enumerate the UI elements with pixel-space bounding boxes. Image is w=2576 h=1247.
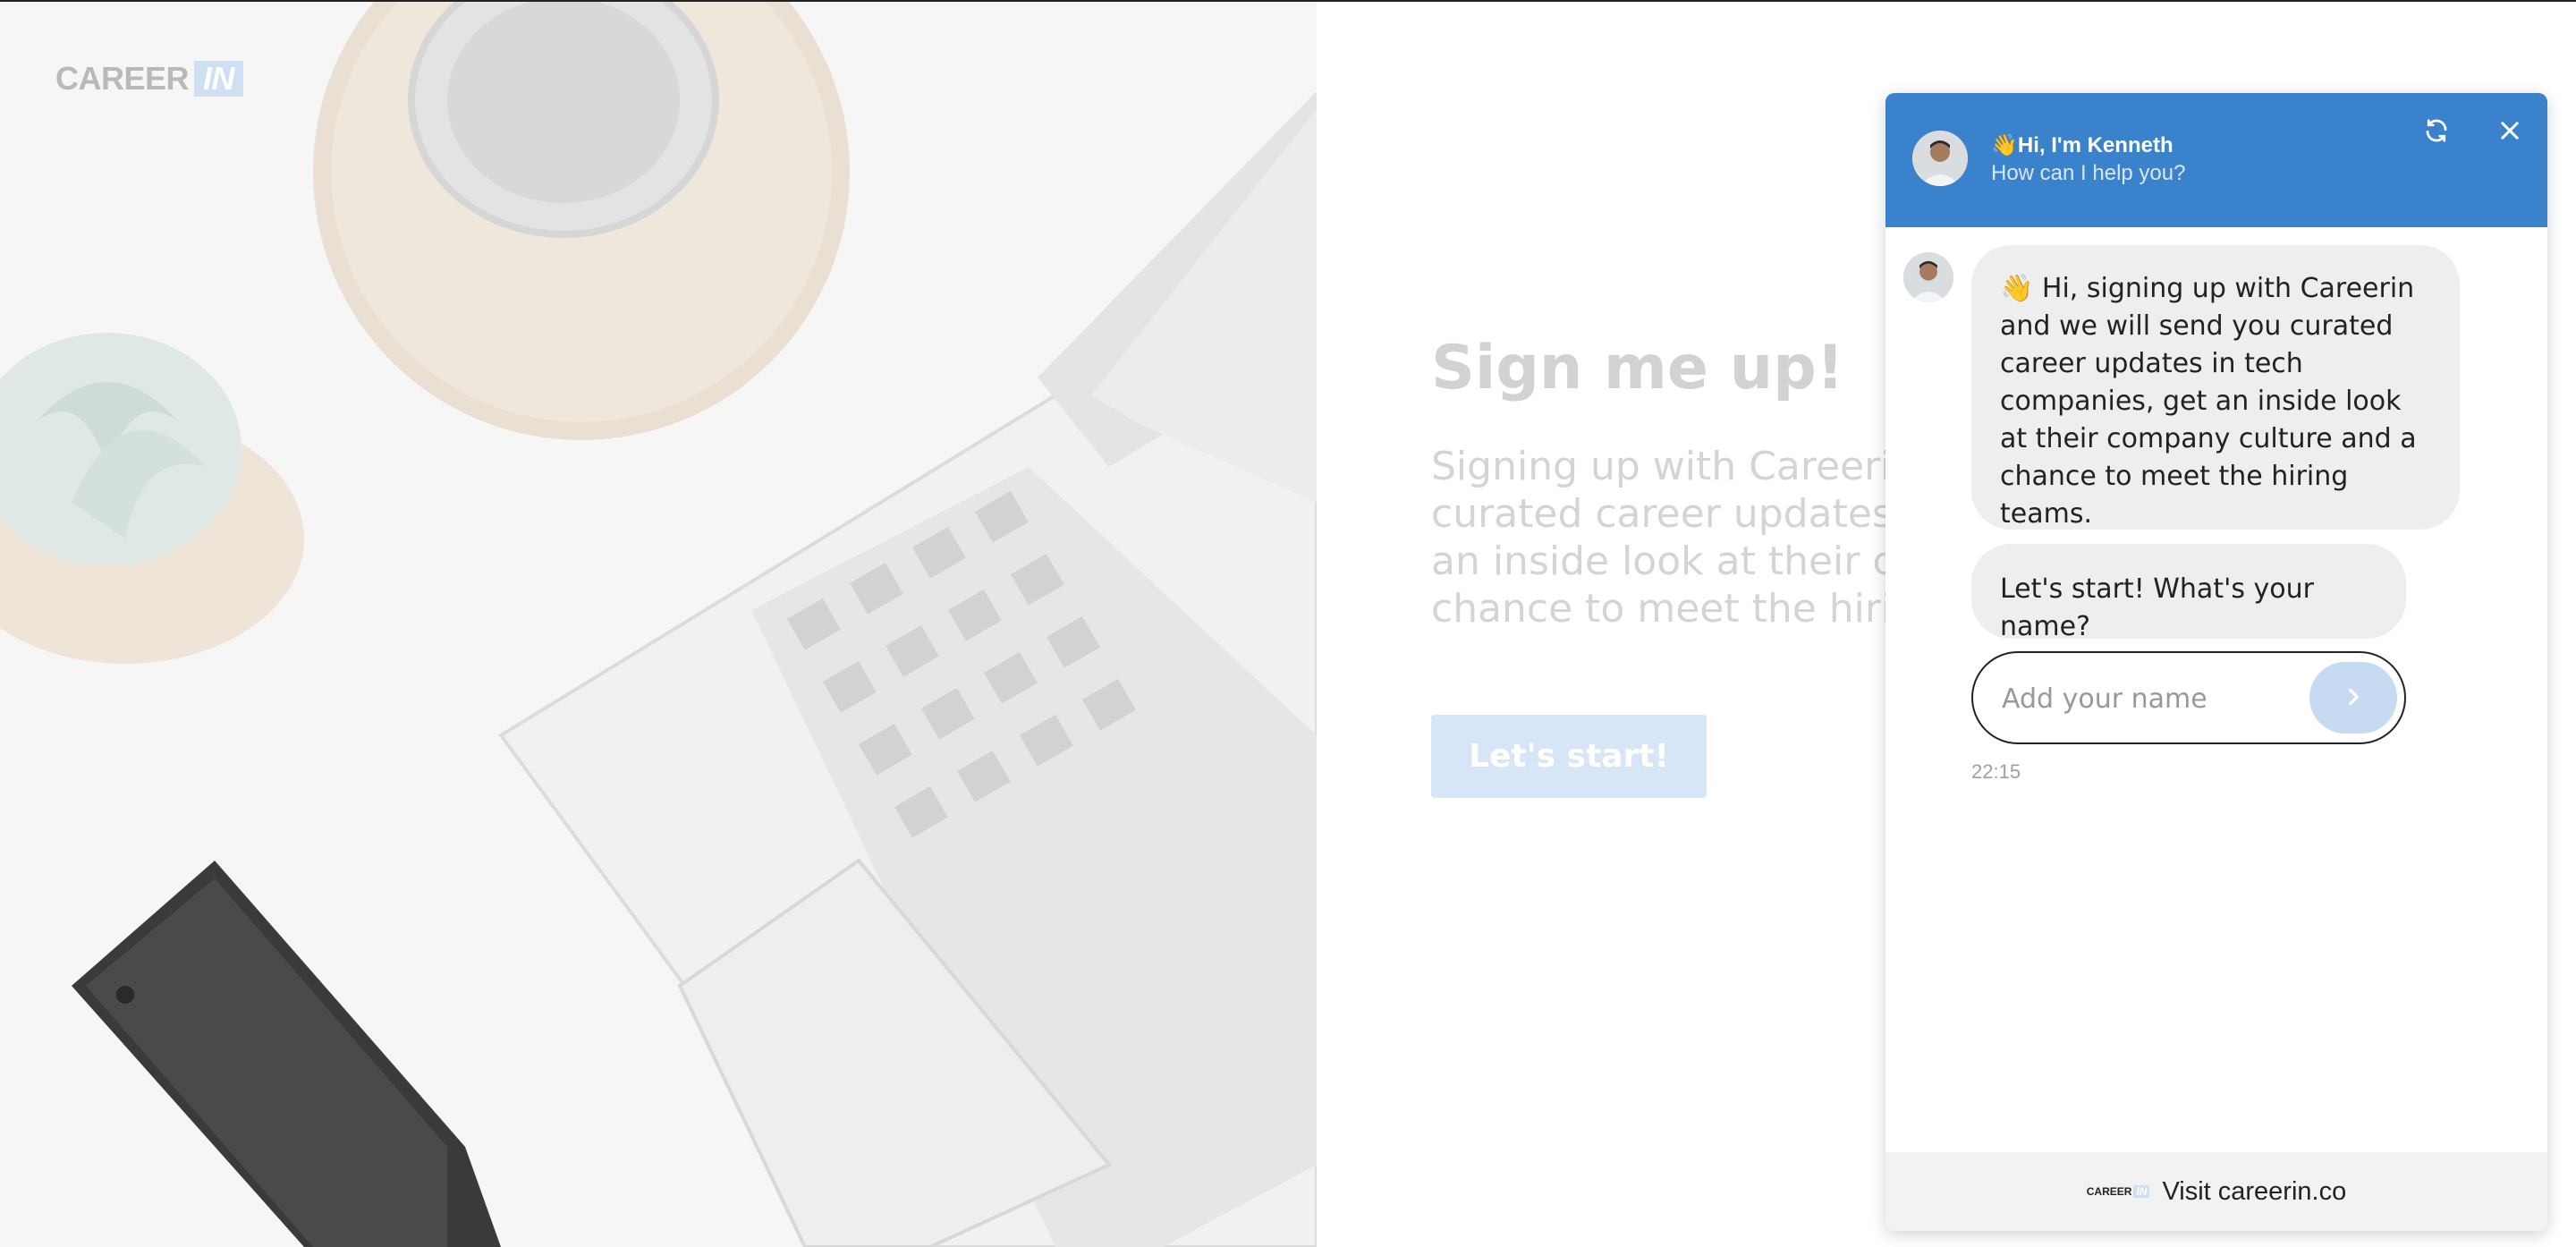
footer-logo-text: CAREER [2086, 1185, 2132, 1198]
chat-widget: 👋Hi, I'm Kenneth How can I help you? 👋 H… [1885, 93, 2547, 1231]
footer-logo-badge: IN [2133, 1185, 2150, 1198]
chat-header: 👋Hi, I'm Kenneth How can I help you? [1885, 93, 2547, 227]
signup-description: Signing up with Careerin and we will sen… [1431, 444, 1932, 632]
careerin-logo[interactable]: CAREER IN [55, 59, 244, 98]
bot-message: 👋 Hi, signing up with Careerin and we wi… [1971, 245, 2460, 530]
visit-careerin-link[interactable]: Visit careerin.co [2162, 1177, 2346, 1207]
name-input-group [1971, 651, 2406, 744]
chat-title: 👋Hi, I'm Kenneth [1991, 133, 2174, 157]
chat-subtitle: How can I help you? [1991, 161, 2186, 185]
send-button[interactable] [2309, 662, 2397, 734]
close-icon[interactable] [2494, 115, 2526, 147]
footer-logo: CAREER IN [2087, 1185, 2150, 1198]
lets-start-button[interactable]: Let's start! [1431, 715, 1707, 798]
hero-photo: CAREER IN [0, 2, 1317, 1247]
logo-text: CAREER [55, 60, 190, 97]
bot-avatar [1903, 252, 1953, 302]
agent-avatar [1912, 131, 1968, 186]
chevron-right-icon [2342, 683, 2365, 713]
bot-message: Let's start! What's your name? [1971, 544, 2406, 642]
chat-footer: CAREER IN Visit careerin.co [1885, 1152, 2547, 1231]
name-input[interactable] [2000, 673, 2299, 725]
message-timestamp: 22:15 [1971, 760, 2021, 783]
desk-illustration [0, 2, 1317, 1247]
signup-heading: Sign me up! [1431, 333, 1844, 403]
refresh-icon[interactable] [2420, 115, 2453, 147]
logo-badge: IN [194, 61, 244, 97]
